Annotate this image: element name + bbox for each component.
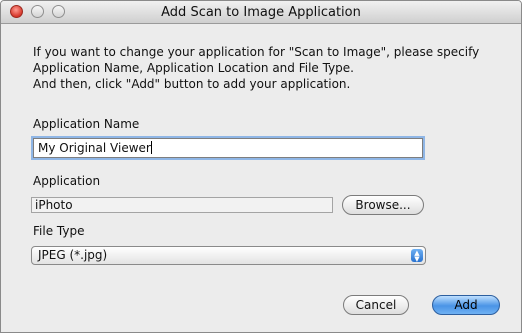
instructions-text: If you want to change your application f…	[33, 45, 480, 91]
dialog-content: If you want to change your application f…	[1, 24, 521, 332]
select-arrows-icon: ▲ ▼	[411, 249, 423, 263]
application-name-input[interactable]: My Original Viewer	[33, 138, 423, 158]
application-location-field: iPhoto	[31, 197, 333, 213]
cancel-button[interactable]: Cancel	[343, 295, 409, 315]
dialog-window: Add Scan to Image Application If you wan…	[0, 0, 522, 333]
add-button[interactable]: Add	[432, 295, 500, 315]
application-name-value: My Original Viewer	[38, 141, 151, 155]
file-type-selected: JPEG (*.jpg)	[38, 248, 108, 262]
title-bar[interactable]: Add Scan to Image Application	[1, 1, 521, 24]
browse-button[interactable]: Browse...	[342, 195, 424, 215]
file-type-label: File Type	[33, 224, 85, 238]
application-name-label: Application Name	[33, 117, 140, 131]
application-label: Application	[33, 174, 101, 188]
file-type-select[interactable]: JPEG (*.jpg) ▲ ▼	[31, 246, 426, 265]
window-title: Add Scan to Image Application	[161, 5, 361, 20]
text-caret	[150, 141, 152, 154]
